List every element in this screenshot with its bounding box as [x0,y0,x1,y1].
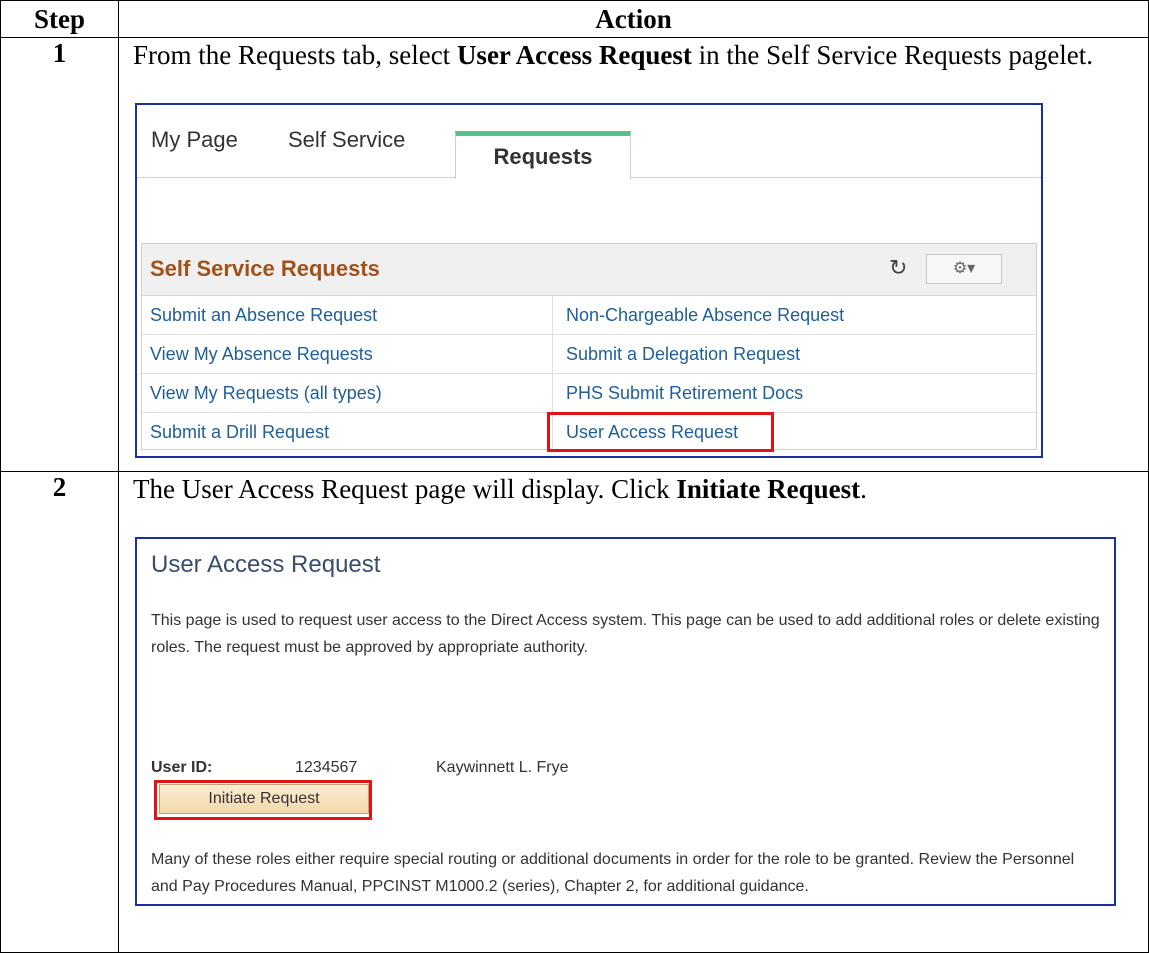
view-absence-requests-link[interactable]: View My Absence Requests [150,344,373,365]
step-number-1: 1 [0,37,119,472]
submit-delegation-request-link[interactable]: Submit a Delegation Request [566,344,800,365]
refresh-icon[interactable]: ↻ [889,255,907,281]
highlight-box [154,780,372,820]
highlight-box [547,412,774,452]
tab-self-service[interactable]: Self Service [288,127,405,153]
phs-retirement-docs-link[interactable]: PHS Submit Retirement Docs [566,383,803,404]
submit-absence-request-link[interactable]: Submit an Absence Request [150,305,377,326]
tab-my-page[interactable]: My Page [151,127,238,153]
tab-requests[interactable]: Requests [455,131,631,179]
submit-drill-request-link[interactable]: Submit a Drill Request [150,422,329,443]
step-column-header: Step [0,0,119,38]
action-column-header: Action [118,0,1149,38]
user-name: Kaywinnett L. Frye [436,759,569,776]
list-item: View My Requests (all types) PHS Submit … [142,374,1036,413]
gear-icon[interactable]: ⚙▾ [926,254,1002,284]
user-id-label: User ID: [151,759,213,776]
list-item: View My Absence Requests Submit a Delega… [142,335,1036,374]
view-my-requests-link[interactable]: View My Requests (all types) [150,383,382,404]
step-number-2: 2 [0,471,119,953]
pagelet-header: Self Service Requests ↻ ⚙▾ [142,244,1036,296]
pagelet-title: Self Service Requests [150,256,380,281]
page-title: User Access Request [151,551,381,578]
tab-bar: My Page Self Service Requests [137,105,1041,179]
requests-screenshot: My Page Self Service Requests Self Servi… [135,103,1043,458]
user-id-value: 1234567 [295,759,358,776]
user-access-screenshot: User Access Request This page is used to… [135,537,1116,906]
guidance-text: Many of these roles either require speci… [151,851,1075,895]
list-item: Submit an Absence Request Non-Chargeable… [142,296,1036,335]
non-chargeable-absence-link[interactable]: Non-Chargeable Absence Request [566,305,844,326]
step-2-instruction: The User Access Request page will displa… [133,474,867,504]
page-description: This page is used to request user access… [151,612,1100,656]
step-1-instruction: From the Requests tab, select User Acces… [133,40,1094,70]
